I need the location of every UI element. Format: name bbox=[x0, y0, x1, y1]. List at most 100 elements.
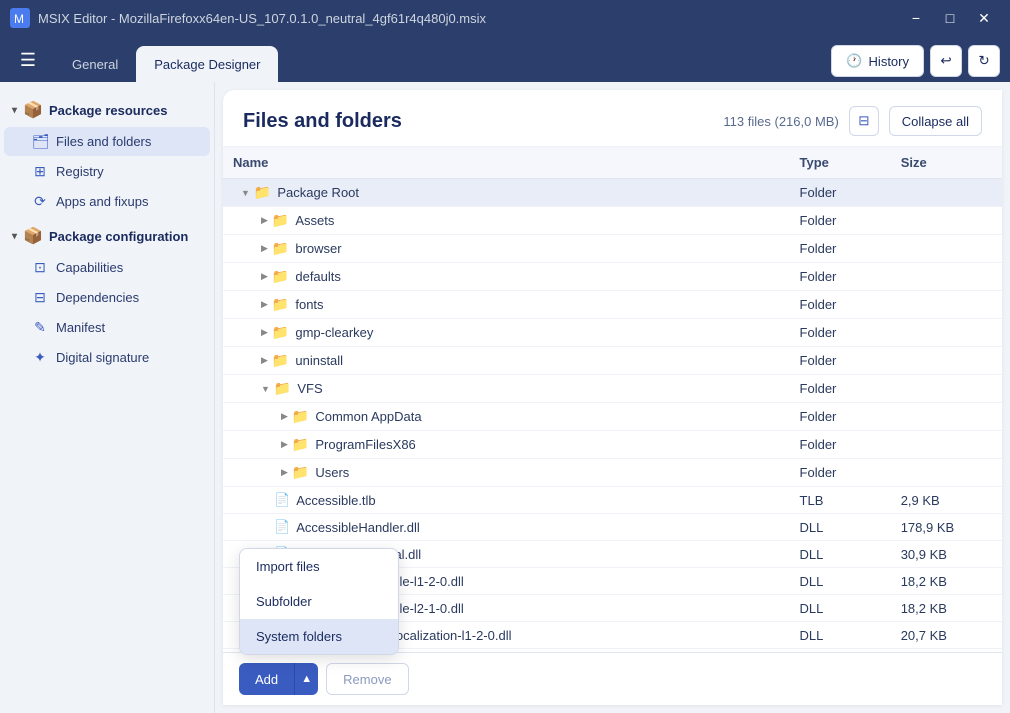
context-menu: Import files Subfolder System folders bbox=[239, 548, 399, 655]
history-clock-icon: 🕐 bbox=[846, 53, 862, 69]
cell-size: 18,2 KB bbox=[891, 595, 982, 622]
cell-scroll bbox=[982, 568, 1002, 595]
table-row[interactable]: ▶ 📁 uninstall Folder bbox=[223, 347, 1002, 375]
cell-name: ▶ 📁 defaults bbox=[223, 263, 790, 291]
cell-scroll bbox=[982, 263, 1002, 291]
cell-scroll bbox=[982, 291, 1002, 319]
cell-scroll bbox=[982, 403, 1002, 431]
sidebar-item-dependencies-label: Dependencies bbox=[56, 290, 139, 305]
context-menu-item-subfolder[interactable]: Subfolder bbox=[240, 584, 398, 619]
table-row[interactable]: ▶ 📁 Users Folder bbox=[223, 459, 1002, 487]
folder-icon: 📁 bbox=[272, 324, 289, 341]
table-row[interactable]: ▼ 📁 VFS Folder bbox=[223, 375, 1002, 403]
cell-name: ▶ 📁 browser bbox=[223, 235, 790, 263]
row-name: VFS bbox=[297, 381, 322, 396]
minimize-button[interactable]: − bbox=[900, 2, 932, 34]
close-button[interactable]: ✕ bbox=[968, 2, 1000, 34]
cell-name: 📄 Accessible.tlb bbox=[223, 487, 790, 514]
col-type-header[interactable]: Type bbox=[790, 147, 891, 179]
row-name: fonts bbox=[295, 297, 323, 312]
main-layout: ▾ 📦 Package resources 🗂 Files and folder… bbox=[0, 82, 1010, 713]
refresh-button[interactable]: ↻ bbox=[968, 45, 1000, 77]
col-name-header[interactable]: Name bbox=[223, 147, 790, 179]
cell-name: ▼ 📁 VFS bbox=[223, 375, 790, 403]
add-button[interactable]: Add bbox=[239, 663, 294, 695]
maximize-button[interactable]: □ bbox=[934, 2, 966, 34]
tab-package-designer[interactable]: Package Designer bbox=[136, 46, 278, 82]
context-menu-item-system-folders[interactable]: System folders bbox=[240, 619, 398, 654]
sidebar-item-capabilities[interactable]: ⊡ Capabilities bbox=[4, 253, 210, 282]
sidebar-section-config-label: Package configuration bbox=[49, 229, 188, 244]
bottom-bar: Import files Subfolder System folders Ad… bbox=[223, 652, 1002, 705]
add-button-group: Add ▲ bbox=[239, 663, 318, 695]
sidebar-item-capabilities-label: Capabilities bbox=[56, 260, 123, 275]
col-size-header[interactable]: Size bbox=[891, 147, 982, 179]
cell-type: Folder bbox=[790, 459, 891, 487]
cell-size: 2,9 KB bbox=[891, 487, 982, 514]
folder-icon: 📁 bbox=[292, 464, 309, 481]
cell-scroll bbox=[982, 319, 1002, 347]
sidebar-section-config-header[interactable]: ▾ 📦 Package configuration bbox=[0, 220, 214, 252]
menu-button[interactable]: ☰ bbox=[10, 42, 46, 78]
cell-name: ▶ 📁 gmp-clearkey bbox=[223, 319, 790, 347]
resources-chevron-icon: ▾ bbox=[12, 105, 17, 116]
table-row[interactable]: ▼ 📁 Package Root Folder bbox=[223, 179, 1002, 207]
table-row[interactable]: ▶ 📁 Assets Folder bbox=[223, 207, 1002, 235]
table-row[interactable]: ▶ 📁 fonts Folder bbox=[223, 291, 1002, 319]
row-name: Package Root bbox=[277, 185, 359, 200]
cell-type: DLL bbox=[790, 514, 891, 541]
table-row[interactable]: ▶ 📁 browser Folder bbox=[223, 235, 1002, 263]
row-name: Assets bbox=[295, 213, 334, 228]
sidebar-item-dependencies[interactable]: ⊟ Dependencies bbox=[4, 283, 210, 312]
row-name: Users bbox=[315, 465, 349, 480]
cell-name: ▼ 📁 Package Root bbox=[223, 179, 790, 207]
table-row[interactable]: 📄 AccessibleHandler.dll DLL 178,9 KB bbox=[223, 514, 1002, 541]
history-button[interactable]: 🕐 History bbox=[831, 45, 924, 77]
cell-scroll bbox=[982, 514, 1002, 541]
sidebar-item-digital-signature[interactable]: ✦ Digital signature bbox=[4, 343, 210, 372]
remove-button[interactable]: Remove bbox=[326, 663, 408, 695]
row-name: defaults bbox=[295, 269, 341, 284]
cell-type: Folder bbox=[790, 319, 891, 347]
cell-type: DLL bbox=[790, 568, 891, 595]
chevron-right-icon: ▶ bbox=[261, 355, 268, 366]
collapse-all-button[interactable]: Collapse all bbox=[889, 106, 982, 136]
table-row[interactable]: ▶ 📁 Common AppData Folder bbox=[223, 403, 1002, 431]
undo-button[interactable]: ↩ bbox=[930, 45, 962, 77]
folder-icon: 📁 bbox=[292, 408, 309, 425]
tab-general[interactable]: General bbox=[54, 46, 136, 82]
row-name: browser bbox=[295, 241, 341, 256]
sidebar-item-apps-fixups[interactable]: ⟳ Apps and fixups bbox=[4, 187, 210, 216]
cell-scroll bbox=[982, 235, 1002, 263]
sidebar-item-manifest[interactable]: ✎ Manifest bbox=[4, 313, 210, 342]
cell-size bbox=[891, 431, 982, 459]
cell-scroll bbox=[982, 487, 1002, 514]
folder-icon: 📁 bbox=[272, 268, 289, 285]
table-row[interactable]: 📄 Accessible.tlb TLB 2,9 KB bbox=[223, 487, 1002, 514]
sidebar-section-resources-label: Package resources bbox=[49, 103, 168, 118]
table-row[interactable]: ▶ 📁 ProgramFilesX86 Folder bbox=[223, 431, 1002, 459]
sidebar-section-config: ▾ 📦 Package configuration ⊡ Capabilities… bbox=[0, 220, 214, 372]
cell-name: ▶ 📁 Assets bbox=[223, 207, 790, 235]
cell-type: Folder bbox=[790, 347, 891, 375]
sidebar-item-files-folders-label: Files and folders bbox=[56, 134, 151, 149]
cell-size bbox=[891, 375, 982, 403]
sidebar-item-registry[interactable]: ⊞ Registry bbox=[4, 157, 210, 186]
context-menu-item-import[interactable]: Import files bbox=[240, 549, 398, 584]
table-row[interactable]: ▶ 📁 gmp-clearkey Folder bbox=[223, 319, 1002, 347]
cell-name: ▶ 📁 Common AppData bbox=[223, 403, 790, 431]
table-header-row: Name Type Size bbox=[223, 147, 1002, 179]
add-dropdown-button[interactable]: ▲ bbox=[294, 663, 318, 695]
sidebar-section-resources-header[interactable]: ▾ 📦 Package resources bbox=[0, 94, 214, 126]
app-icon: M bbox=[10, 8, 30, 28]
sidebar-item-files-folders[interactable]: 🗂 Files and folders bbox=[4, 127, 210, 156]
file-icon: 📄 bbox=[274, 492, 290, 508]
cell-size bbox=[891, 319, 982, 347]
sidebar-section-resources: ▾ 📦 Package resources 🗂 Files and folder… bbox=[0, 94, 214, 216]
table-row[interactable]: ▶ 📁 defaults Folder bbox=[223, 263, 1002, 291]
cell-scroll bbox=[982, 179, 1002, 207]
cell-size bbox=[891, 459, 982, 487]
chevron-right-icon: ▶ bbox=[281, 411, 288, 422]
row-name: Common AppData bbox=[315, 409, 421, 424]
filter-button[interactable]: ⊟ bbox=[849, 106, 879, 136]
